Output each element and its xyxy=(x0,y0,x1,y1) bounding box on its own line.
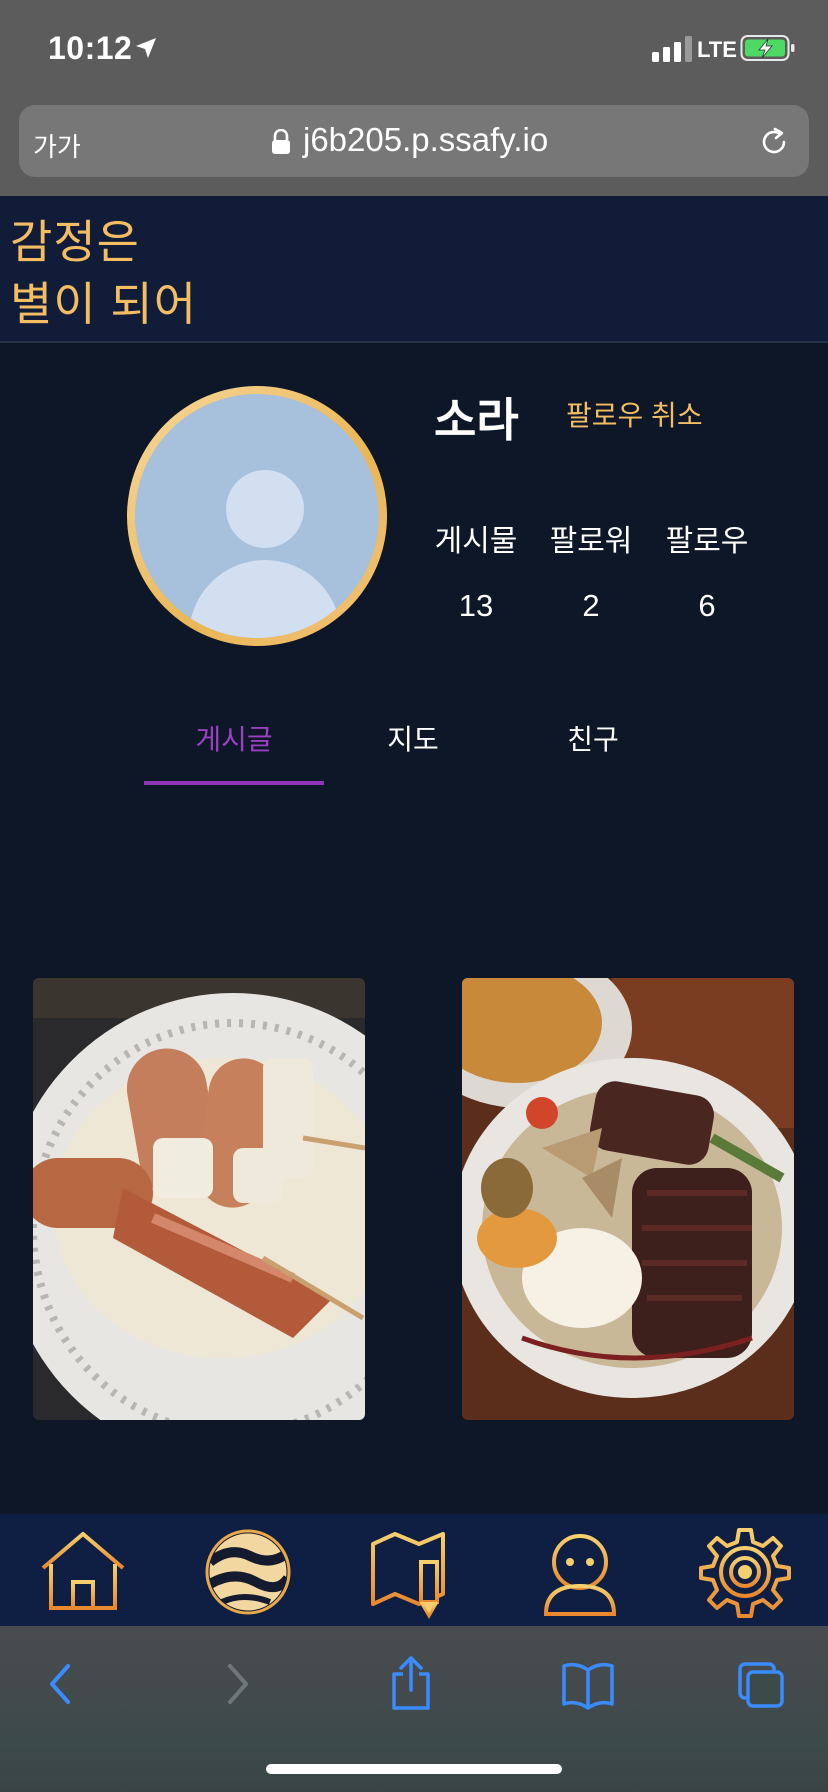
tab-map[interactable]: 지도 xyxy=(323,718,503,758)
battery-charging-icon xyxy=(740,35,795,61)
active-tab-indicator xyxy=(144,781,324,785)
map-pencil-icon[interactable] xyxy=(365,1524,461,1620)
skewers-on-plate-photo xyxy=(33,978,365,1420)
lock-icon xyxy=(272,129,290,154)
cell-signal-icon xyxy=(652,36,692,62)
status-bar: 10:12 LTE xyxy=(0,0,828,100)
status-time: 10:12 xyxy=(48,30,133,66)
network-type: LTE xyxy=(697,37,737,62)
stat-followers-label[interactable]: 팔로워 xyxy=(531,516,651,560)
browser-toolbar xyxy=(0,1626,828,1792)
location-arrow-icon xyxy=(136,38,156,58)
stat-posts-label: 게시물 xyxy=(434,525,518,558)
default-avatar-icon xyxy=(135,394,379,638)
profile-icon[interactable] xyxy=(532,1524,628,1620)
post-thumbnail[interactable] xyxy=(462,978,794,1420)
home-indicator xyxy=(266,1764,562,1774)
forward-icon[interactable] xyxy=(218,1654,258,1714)
planet-icon[interactable] xyxy=(200,1524,296,1620)
share-icon[interactable] xyxy=(388,1654,434,1714)
settings-gear-icon[interactable] xyxy=(697,1524,793,1620)
stat-following-label[interactable]: 팔로우 xyxy=(647,516,767,560)
stat-posts-count: 13 xyxy=(458,588,494,623)
app-logo-line2[interactable]: 별이 되어 xyxy=(10,268,197,334)
bookmarks-icon[interactable] xyxy=(560,1654,616,1714)
app-header: 감정은 별이 되어 xyxy=(0,196,828,343)
browser-url-area: 가가 j6b205.p.ssafy.io xyxy=(0,100,828,196)
stat-following-count[interactable]: 6 xyxy=(647,588,767,624)
post-thumbnail[interactable] xyxy=(33,978,365,1420)
address-bar[interactable]: 가가 j6b205.p.ssafy.io xyxy=(19,105,809,177)
app-logo-line1[interactable]: 감정은 xyxy=(10,206,140,272)
reload-icon[interactable] xyxy=(757,125,791,159)
unfollow-button[interactable]: 팔로우 취소 xyxy=(566,394,703,434)
home-icon[interactable] xyxy=(35,1524,131,1620)
avatar xyxy=(127,386,387,646)
tabs-icon[interactable] xyxy=(736,1654,786,1714)
tab-posts[interactable]: 게시글 xyxy=(144,718,324,758)
tab-friends[interactable]: 친구 xyxy=(503,718,683,758)
bottom-navigation xyxy=(0,1514,828,1626)
stat-followers-count[interactable]: 2 xyxy=(531,588,651,624)
url-text[interactable]: j6b205.p.ssafy.io xyxy=(303,121,548,159)
steak-plate-photo xyxy=(462,978,794,1420)
text-size-button[interactable]: 가가 xyxy=(33,127,81,164)
back-icon[interactable] xyxy=(40,1654,80,1714)
profile-username: 소라 xyxy=(434,394,519,446)
